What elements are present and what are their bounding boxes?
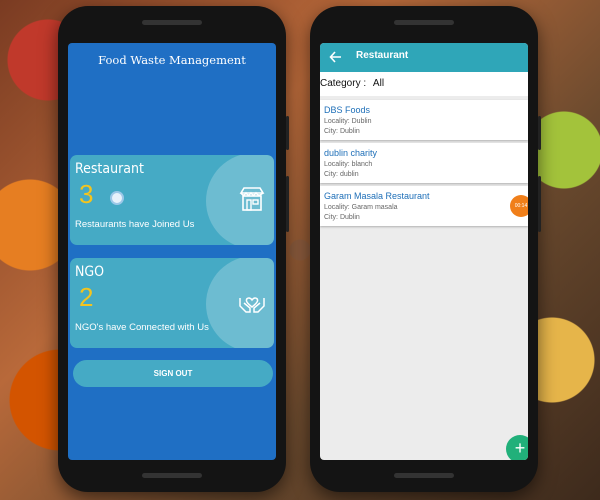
ngo-card-subtitle: NGO's have Connected with Us	[75, 322, 209, 333]
earpiece-speaker	[394, 20, 454, 25]
app-title: Food Waste Management	[98, 53, 246, 67]
storefront-icon	[239, 187, 265, 211]
restaurant-locality: Locality: Garam masala	[324, 204, 398, 211]
phone-dashboard: Food Waste Management Restaurant 3 Resta…	[58, 6, 289, 492]
power-button	[286, 116, 289, 150]
restaurant-count: 3	[79, 179, 94, 209]
phone-restaurant-list: Restaurant Category : All DBS Foods Loca…	[310, 6, 541, 492]
power-button	[538, 116, 541, 150]
list-item[interactable]: dublin charity Locality: blanch City: du…	[320, 143, 528, 183]
ngo-card[interactable]: NGO 2 NGO's have Connected with Us	[70, 258, 274, 348]
sign-out-button[interactable]: SIGN OUT	[73, 360, 273, 387]
restaurant-name: DBS Foods	[324, 105, 371, 115]
restaurant-list: DBS Foods Locality: Dublin City: Dublin …	[320, 98, 528, 229]
restaurant-card-subtitle: Restaurants have Joined Us	[75, 219, 195, 230]
app-bar: Restaurant	[320, 43, 528, 72]
restaurant-name: Garam Masala Restaurant	[324, 191, 430, 201]
earpiece-speaker	[142, 20, 202, 25]
volume-button	[538, 176, 541, 232]
category-value: All	[372, 78, 385, 89]
restaurant-locality: Locality: blanch	[324, 161, 373, 168]
volume-button	[286, 176, 289, 232]
restaurant-locality: Locality: Dublin	[324, 118, 372, 125]
restaurant-city: City: Dublin	[324, 128, 360, 135]
touch-indicator	[110, 191, 124, 205]
bottom-speaker	[142, 473, 202, 478]
restaurant-card[interactable]: Restaurant 3 Restaurants have Joined Us	[70, 155, 274, 245]
restaurant-city: City: dublin	[324, 171, 359, 178]
timer-badge: 00:14	[510, 195, 528, 217]
add-button[interactable]: +	[506, 435, 528, 460]
bottom-speaker	[394, 473, 454, 478]
helping-hands-icon	[239, 297, 265, 313]
category-filter[interactable]: Category : All	[320, 72, 528, 96]
restaurant-list-screen: Restaurant Category : All DBS Foods Loca…	[320, 43, 528, 460]
list-item[interactable]: Garam Masala Restaurant Locality: Garam …	[320, 186, 528, 226]
restaurant-city: City: Dublin	[324, 214, 360, 221]
ngo-count: 2	[79, 282, 94, 312]
restaurant-card-title: Restaurant	[75, 161, 144, 177]
list-item[interactable]: DBS Foods Locality: Dublin City: Dublin	[320, 100, 528, 140]
category-label: Category :	[320, 78, 367, 89]
restaurant-name: dublin charity	[324, 148, 378, 158]
back-arrow-icon[interactable]	[328, 48, 344, 66]
ngo-card-title: NGO	[75, 264, 105, 280]
dashboard-screen: Food Waste Management Restaurant 3 Resta…	[68, 43, 276, 460]
page-title: Restaurant	[356, 50, 409, 61]
